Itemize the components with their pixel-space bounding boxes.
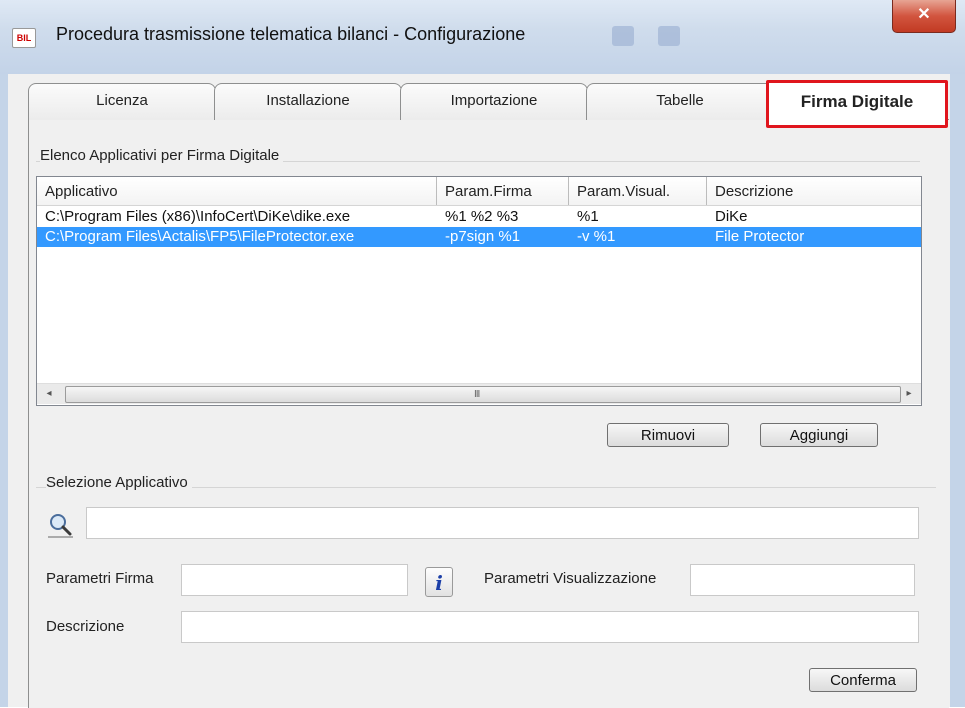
cell-param-firma: -p7sign %1 (445, 228, 521, 245)
tab-licenza[interactable]: Licenza (28, 83, 216, 120)
cell-param-firma: %1 %2 %3 (445, 208, 519, 225)
browse-button[interactable] (46, 512, 74, 538)
tab-firma-digitale[interactable]: Firma Digitale (766, 80, 948, 128)
info-icon: i (435, 571, 443, 595)
maximize-icon[interactable] (658, 26, 680, 46)
tab-label: Licenza (96, 92, 148, 109)
tab-label: Tabelle (656, 92, 704, 109)
application-path-input[interactable] (86, 507, 919, 539)
search-icon (48, 514, 73, 538)
minimize-icon[interactable] (612, 26, 634, 46)
cell-applicativo: C:\Program Files\Actalis\FP5\FileProtect… (45, 228, 355, 245)
close-button[interactable]: ✕ (892, 0, 956, 33)
cell-param-visual: %1 (577, 208, 599, 225)
scroll-thumb[interactable]: III (65, 386, 901, 403)
param-visual-label: Parametri Visualizzazione (484, 570, 657, 587)
param-visual-input[interactable] (690, 564, 915, 596)
tab-label: Firma Digitale (800, 92, 914, 111)
tab-tabelle[interactable]: Tabelle (586, 83, 774, 120)
tab-installazione[interactable]: Installazione (214, 83, 402, 120)
add-button[interactable]: Aggiungi (760, 423, 878, 447)
cell-param-visual: -v %1 (577, 228, 616, 245)
horizontal-scrollbar[interactable]: ◂ III ▸ (37, 383, 921, 404)
scroll-grip-icon: III (474, 389, 480, 400)
column-header-applicativo[interactable]: Applicativo (37, 177, 437, 205)
descrizione-input[interactable] (181, 611, 919, 643)
column-header-param-visual[interactable]: Param.Visual. (569, 177, 707, 205)
param-firma-label: Parametri Firma (46, 570, 154, 587)
list-header: Applicativo Param.Firma Param.Visual. De… (37, 177, 921, 206)
apps-list[interactable]: Applicativo Param.Firma Param.Visual. De… (36, 176, 922, 406)
column-header-descrizione[interactable]: Descrizione (707, 177, 921, 205)
window-title: Procedura trasmissione telematica bilanc… (56, 24, 526, 44)
scroll-right-icon[interactable]: ▸ (901, 386, 917, 402)
tab-importazione[interactable]: Importazione (400, 83, 588, 120)
tab-label: Importazione (450, 92, 538, 109)
title-bar: BIL Procedura trasmissione telematica bi… (0, 0, 965, 74)
cell-applicativo: C:\Program Files (x86)\InfoCert\DiKe\dik… (45, 208, 351, 225)
table-row[interactable]: C:\Program Files\Actalis\FP5\FileProtect… (37, 227, 921, 247)
window-frame-left (0, 74, 8, 707)
scroll-left-icon[interactable]: ◂ (41, 386, 57, 402)
tab-label: Installazione (266, 92, 350, 109)
confirm-button[interactable]: Conferma (809, 668, 917, 692)
app-icon: BIL (12, 28, 36, 48)
table-row[interactable]: C:\Program Files (x86)\InfoCert\DiKe\dik… (37, 207, 921, 227)
cell-descrizione: DiKe (715, 208, 748, 225)
column-header-param-firma[interactable]: Param.Firma (437, 177, 569, 205)
cell-descrizione: File Protector (715, 228, 805, 245)
descrizione-label: Descrizione (46, 618, 125, 635)
remove-button[interactable]: Rimuovi (607, 423, 729, 447)
info-button[interactable]: i (425, 567, 453, 597)
param-firma-input[interactable] (181, 564, 408, 596)
selection-group-title: Selezione Applicativo (46, 474, 192, 491)
window-frame-right (950, 74, 965, 707)
apps-group-title: Elenco Applicativi per Firma Digitale (40, 147, 284, 164)
